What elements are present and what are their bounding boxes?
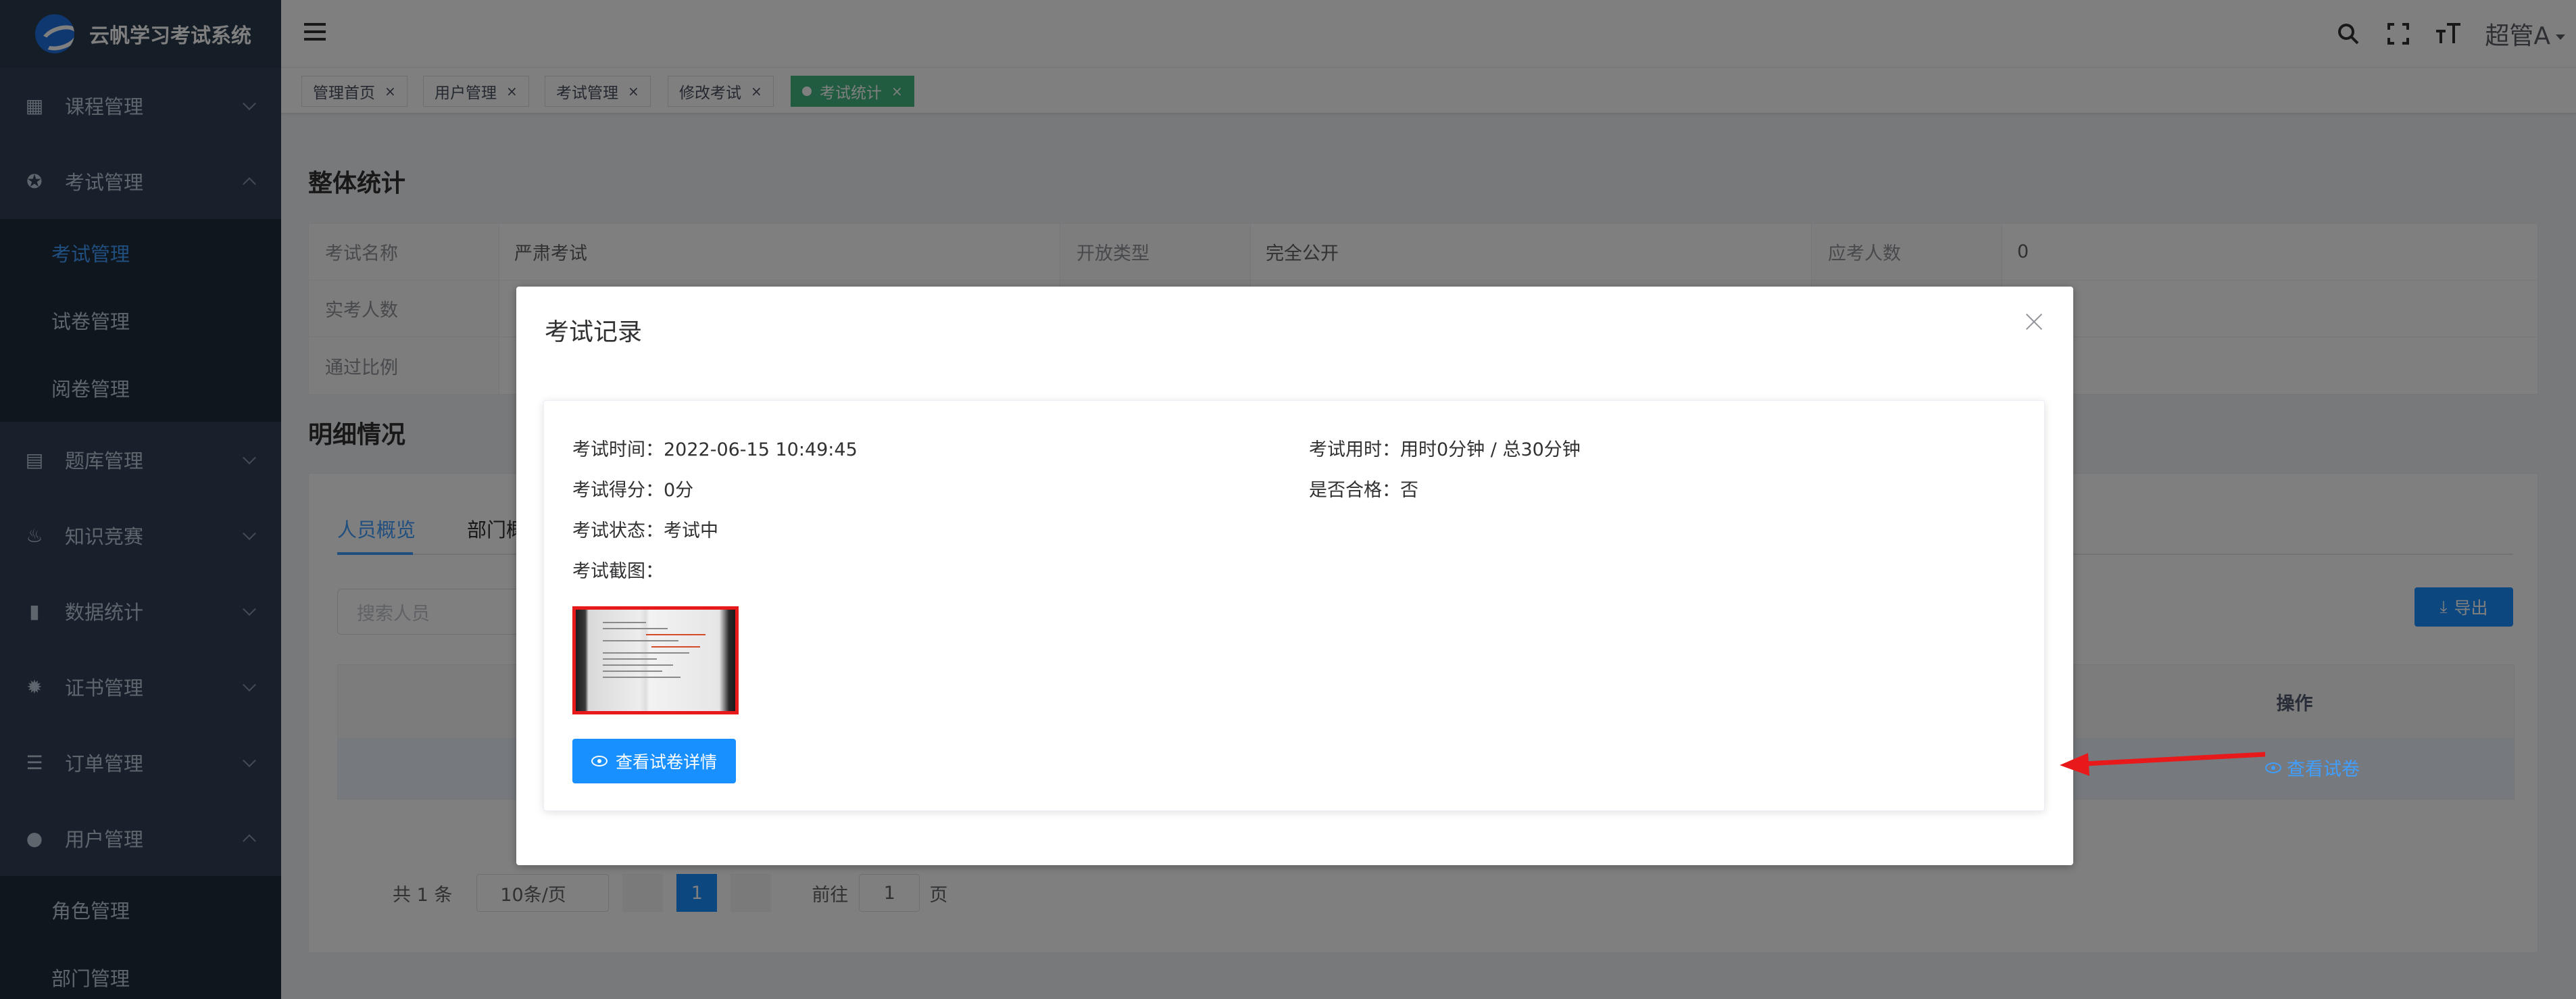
field-value: 2022-06-15 10:49:45 bbox=[664, 439, 858, 460]
field-label: 考试状态： bbox=[572, 520, 664, 541]
exam-record-card: 考试时间：2022-06-15 10:49:45 考试用时：用时0分钟 / 总3… bbox=[543, 400, 2045, 811]
eye-icon bbox=[591, 756, 608, 766]
field-value: 考试中 bbox=[664, 520, 718, 541]
exam-time-field: 考试时间：2022-06-15 10:49:45 bbox=[572, 435, 858, 461]
exam-screenshot-field: 考试截图： bbox=[572, 556, 664, 583]
exam-screenshot-thumbnail[interactable] bbox=[572, 606, 739, 714]
field-value: 用时0分钟 / 总30分钟 bbox=[1400, 439, 1581, 460]
annotation-arrow-icon bbox=[2060, 752, 2266, 776]
thumbnail-content bbox=[603, 622, 711, 706]
link-label: 查看试卷 bbox=[2287, 759, 2360, 780]
exam-duration-field: 考试用时：用时0分钟 / 总30分钟 bbox=[1309, 435, 1581, 461]
field-label: 考试得分： bbox=[572, 480, 664, 501]
field-label: 考试用时： bbox=[1309, 439, 1400, 460]
view-paper-detail-button[interactable]: 查看试卷详情 bbox=[572, 739, 736, 783]
field-label: 是否合格： bbox=[1309, 480, 1400, 501]
exam-status-field: 考试状态：考试中 bbox=[572, 516, 718, 542]
close-icon[interactable] bbox=[2023, 311, 2045, 333]
exam-score-field: 考试得分：0分 bbox=[572, 475, 693, 502]
view-paper-link[interactable]: 查看试卷 bbox=[2265, 754, 2360, 781]
field-value: 否 bbox=[1400, 480, 1418, 501]
eye-icon bbox=[2265, 762, 2281, 773]
field-label: 考试截图： bbox=[572, 561, 664, 582]
dialog-title: 考试记录 bbox=[545, 318, 643, 346]
field-value: 0分 bbox=[664, 480, 694, 501]
button-label: 查看试卷详情 bbox=[615, 752, 717, 772]
field-label: 考试时间： bbox=[572, 439, 664, 460]
exam-record-dialog: 考试记录 考试时间：2022-06-15 10:49:45 考试用时：用时0分钟… bbox=[516, 287, 2073, 865]
exam-pass-field: 是否合格：否 bbox=[1309, 475, 1418, 502]
